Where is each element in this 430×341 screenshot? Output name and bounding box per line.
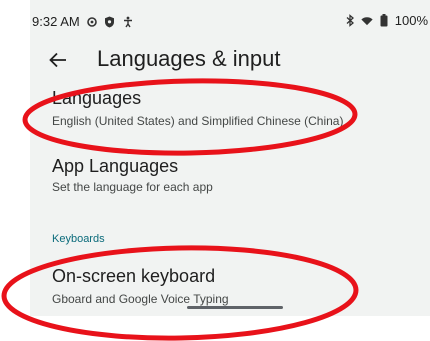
app-languages-title: App Languages	[52, 156, 179, 176]
settings-gear-icon	[86, 16, 98, 28]
app-languages-item[interactable]: App Languages Set the language for each …	[30, 150, 430, 206]
languages-item[interactable]: Languages English (United States) and Si…	[30, 82, 430, 140]
shield-icon	[104, 16, 116, 28]
status-time: 9:32 AM	[32, 14, 80, 29]
keyboards-section-header: Keyboards	[52, 233, 105, 245]
on-screen-keyboard-title: On-screen keyboard	[52, 266, 216, 286]
app-languages-summary: Set the language for each app	[52, 180, 213, 194]
on-screen-keyboard-item[interactable]: On-screen keyboard Gboard and Google Voi…	[30, 262, 430, 312]
languages-summary: English (United States) and Simplified C…	[52, 114, 344, 128]
languages-title: Languages	[52, 88, 142, 108]
battery-icon	[378, 14, 390, 27]
status-bar: 9:32 AM 100%	[30, 0, 430, 40]
back-arrow-icon	[49, 52, 67, 73]
accessibility-icon	[122, 16, 134, 28]
status-right: 100%	[344, 13, 428, 28]
bluetooth-icon	[344, 14, 356, 27]
back-button[interactable]	[44, 48, 72, 76]
battery-percent: 100%	[394, 13, 428, 28]
page-title: Languages & input	[97, 46, 281, 71]
home-indicator[interactable]	[187, 306, 283, 309]
wifi-icon	[361, 15, 373, 27]
settings-screen: 9:32 AM 100% Languages & input Languages…	[30, 0, 430, 316]
app-bar: Languages & input	[30, 40, 430, 82]
on-screen-keyboard-summary: Gboard and Google Voice Typing	[52, 292, 229, 306]
status-left: 9:32 AM	[32, 14, 134, 29]
